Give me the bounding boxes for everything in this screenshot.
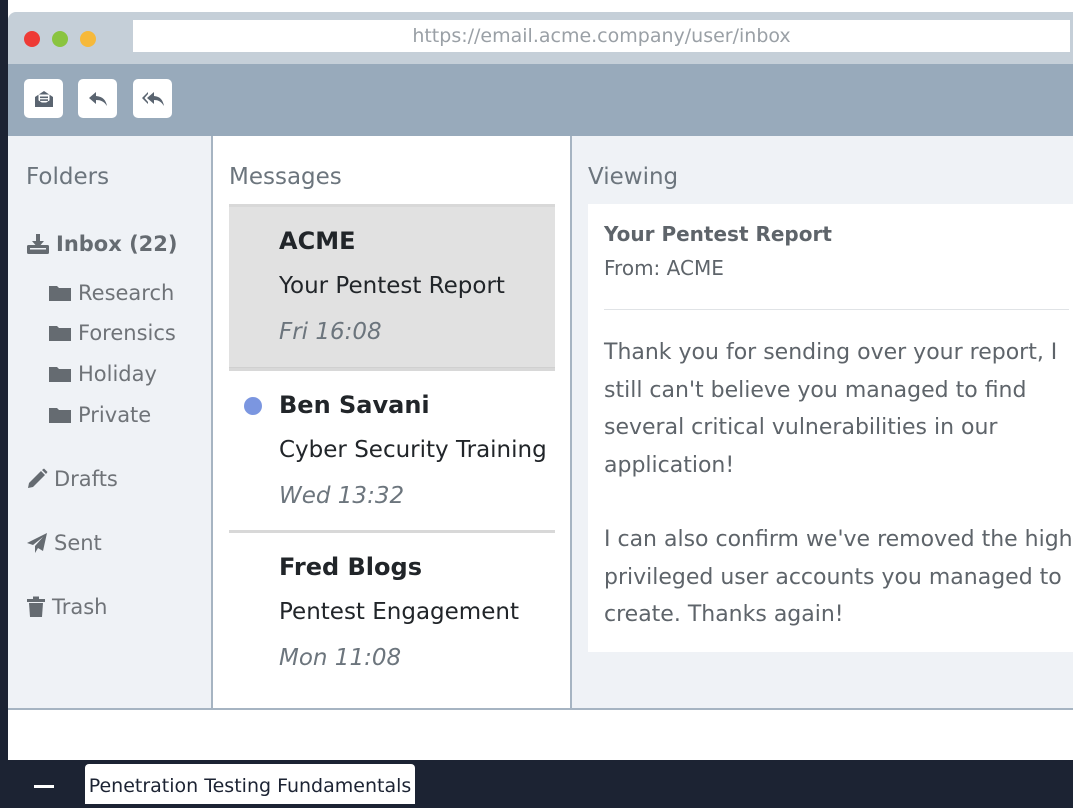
maximize-window-button[interactable] <box>52 31 68 47</box>
folder-label: Private <box>78 403 152 427</box>
message-subject: Your Pentest Report <box>279 273 505 299</box>
email-subject: Your Pentest Report <box>604 222 832 246</box>
email-content: Your Pentest Report From: ACME Thank you… <box>588 204 1073 652</box>
folders-panel: Folders Inbox (22) Research Forensics Ho… <box>8 136 213 708</box>
email-divider <box>604 309 1069 310</box>
reply-icon <box>88 91 107 106</box>
viewing-panel: Viewing Your Pentest Report From: ACME T… <box>572 136 1073 708</box>
email-paragraph: I can also confirm we've removed the hig… <box>604 527 1073 627</box>
message-item[interactable]: Fred Blogs Pentest Engagement Mon 11:08 <box>229 530 555 693</box>
message-subject: Pentest Engagement <box>279 599 519 625</box>
folder-icon <box>49 326 71 341</box>
folder-icon <box>49 286 71 301</box>
folder-icon <box>49 367 71 382</box>
trash-icon <box>27 596 45 617</box>
message-time: Wed 13:32 <box>279 483 405 509</box>
folder-label: Holiday <box>78 362 157 386</box>
folder-research[interactable]: Research <box>48 281 174 305</box>
messages-heading: Messages <box>229 164 342 190</box>
folder-sent-label: Sent <box>54 531 102 555</box>
email-from: From: ACME <box>604 256 724 280</box>
folder-inbox[interactable]: Inbox (22) <box>26 232 178 256</box>
close-window-button[interactable] <box>24 31 40 47</box>
messages-panel: Messages ACME Your Pentest Report Fri 16… <box>213 136 572 708</box>
folder-forensics[interactable]: Forensics <box>48 321 176 345</box>
browser-window: https://email.acme.company/user/inbox Fo… <box>8 12 1073 760</box>
viewing-heading: Viewing <box>588 164 679 190</box>
folder-sent[interactable]: Sent <box>26 531 102 555</box>
reply-button[interactable] <box>78 79 117 118</box>
pencil-icon <box>28 468 48 488</box>
folders-heading: Folders <box>26 164 110 190</box>
mail-toolbar <box>8 64 1073 136</box>
folder-drafts-label: Drafts <box>54 467 118 491</box>
reply-all-icon <box>141 91 164 106</box>
taskbar-tab[interactable]: Penetration Testing Fundamentals <box>85 764 415 804</box>
address-bar[interactable]: https://email.acme.company/user/inbox <box>133 20 1070 52</box>
browser-titlebar: https://email.acme.company/user/inbox <box>8 12 1073 64</box>
message-item[interactable]: Ben Savani Cyber Security Training Wed 1… <box>229 368 555 531</box>
folder-private[interactable]: Private <box>48 403 151 427</box>
panel-bottom-border <box>8 708 1073 710</box>
message-subject: Cyber Security Training <box>279 437 547 463</box>
message-time: Fri 16:08 <box>279 319 382 345</box>
minimize-window-button[interactable] <box>80 31 96 47</box>
folder-label: Forensics <box>78 321 176 345</box>
email-body: Thank you for sending over your report, … <box>604 334 1073 671</box>
message-item[interactable]: ACME Your Pentest Report Fri 16:08 <box>229 204 555 370</box>
folder-trash[interactable]: Trash <box>26 595 108 619</box>
minimize-icon[interactable] <box>34 785 54 788</box>
unread-indicator <box>244 397 262 415</box>
paper-plane-icon <box>27 533 47 553</box>
folder-inbox-label: Inbox (22) <box>56 232 178 256</box>
message-sender: Fred Blogs <box>279 553 422 581</box>
folder-icon <box>49 408 71 423</box>
frame-edge <box>0 0 8 760</box>
envelope-open-icon <box>34 90 53 107</box>
mark-read-button[interactable] <box>24 79 63 118</box>
folder-trash-label: Trash <box>52 595 108 619</box>
email-paragraph: Thank you for sending over your report, … <box>604 340 1058 478</box>
inbox-download-icon <box>27 234 49 254</box>
message-sender: ACME <box>279 227 356 255</box>
message-sender: Ben Savani <box>279 391 430 419</box>
folder-holiday[interactable]: Holiday <box>48 362 157 386</box>
message-time: Mon 11:08 <box>279 645 402 671</box>
folder-drafts[interactable]: Drafts <box>26 467 118 491</box>
folder-label: Research <box>78 281 175 305</box>
reply-all-button[interactable] <box>133 79 172 118</box>
